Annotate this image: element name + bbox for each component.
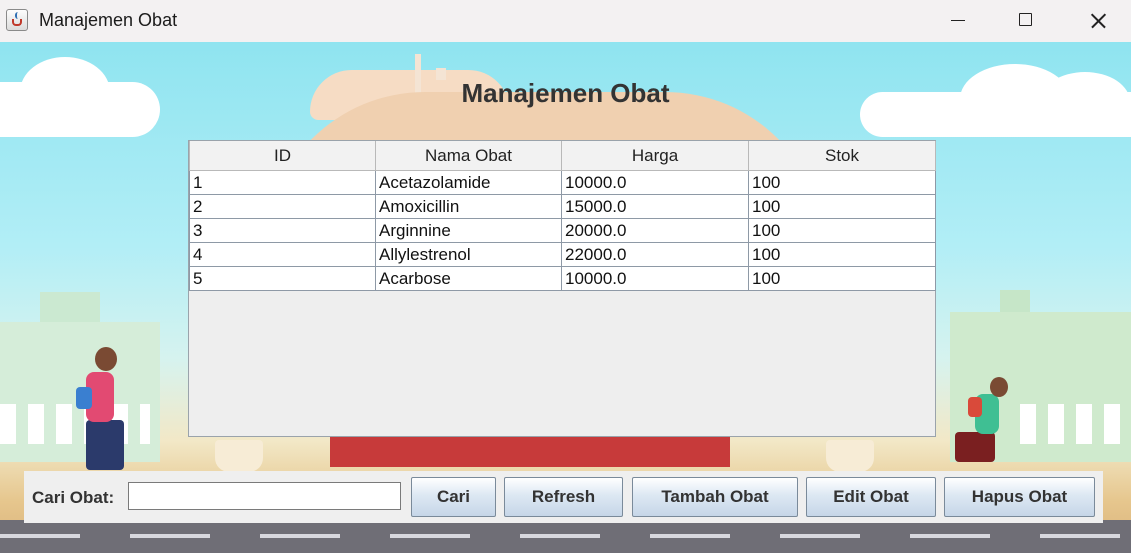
java-coffee-cup-icon[interactable] — [6, 9, 28, 31]
refresh-button[interactable]: Refresh — [504, 477, 623, 517]
column-header-stok[interactable]: Stok — [748, 141, 936, 171]
cell-stok[interactable]: 100 — [748, 218, 936, 243]
close-button[interactable] — [1062, 0, 1131, 42]
title-bar[interactable]: Manajemen Obat — [0, 0, 1131, 42]
cell-harga[interactable]: 10000.0 — [561, 170, 749, 195]
cell-nama-obat[interactable]: Allylestrenol — [375, 242, 562, 267]
table-header-row: ID Nama Obat Harga Stok — [189, 141, 936, 171]
cell-harga[interactable]: 15000.0 — [561, 194, 749, 219]
cell-stok[interactable]: 100 — [748, 194, 936, 219]
minimize-button[interactable] — [925, 0, 995, 42]
action-panel: Cari Obat: Cari Refresh Tambah Obat Edit… — [24, 471, 1103, 523]
cell-stok[interactable]: 100 — [748, 170, 936, 195]
table-row[interactable]: 2 Amoxicillin 15000.0 100 — [189, 194, 936, 219]
search-input[interactable] — [128, 482, 401, 510]
search-button[interactable]: Cari — [411, 477, 496, 517]
delete-medicine-button[interactable]: Hapus Obat — [944, 477, 1095, 517]
cell-id[interactable]: 1 — [189, 170, 376, 195]
cell-nama-obat[interactable]: Acetazolamide — [375, 170, 562, 195]
column-header-nama-obat[interactable]: Nama Obat — [375, 141, 562, 171]
cell-nama-obat[interactable]: Amoxicillin — [375, 194, 562, 219]
cell-stok[interactable]: 100 — [748, 266, 936, 291]
cell-id[interactable]: 5 — [189, 266, 376, 291]
table-row[interactable]: 3 Arginnine 20000.0 100 — [189, 218, 936, 243]
column-header-id[interactable]: ID — [189, 141, 376, 171]
column-header-harga[interactable]: Harga — [561, 141, 749, 171]
cell-nama-obat[interactable]: Acarbose — [375, 266, 562, 291]
cell-harga[interactable]: 10000.0 — [561, 266, 749, 291]
page-title: Manajemen Obat — [461, 78, 670, 108]
medicine-table-panel[interactable]: ID Nama Obat Harga Stok 1 Acetazolamide … — [188, 140, 936, 437]
cell-id[interactable]: 2 — [189, 194, 376, 219]
window-title: Manajemen Obat — [39, 10, 178, 30]
cell-stok[interactable]: 100 — [748, 242, 936, 267]
medicine-table[interactable]: ID Nama Obat Harga Stok 1 Acetazolamide … — [189, 141, 936, 291]
content-area: Manajemen Obat ID Nama Obat Harga Stok 1… — [0, 42, 1131, 553]
cell-nama-obat[interactable]: Arginnine — [375, 218, 562, 243]
cell-id[interactable]: 3 — [189, 218, 376, 243]
table-row[interactable]: 4 Allylestrenol 22000.0 100 — [189, 242, 936, 267]
edit-medicine-button[interactable]: Edit Obat — [806, 477, 936, 517]
search-label: Cari Obat: — [32, 488, 115, 507]
maximize-button[interactable] — [992, 0, 1062, 42]
cell-harga[interactable]: 22000.0 — [561, 242, 749, 267]
table-row[interactable]: 5 Acarbose 10000.0 100 — [189, 266, 936, 291]
cell-harga[interactable]: 20000.0 — [561, 218, 749, 243]
table-row[interactable]: 1 Acetazolamide 10000.0 100 — [189, 170, 936, 195]
cell-id[interactable]: 4 — [189, 242, 376, 267]
add-medicine-button[interactable]: Tambah Obat — [632, 477, 798, 517]
